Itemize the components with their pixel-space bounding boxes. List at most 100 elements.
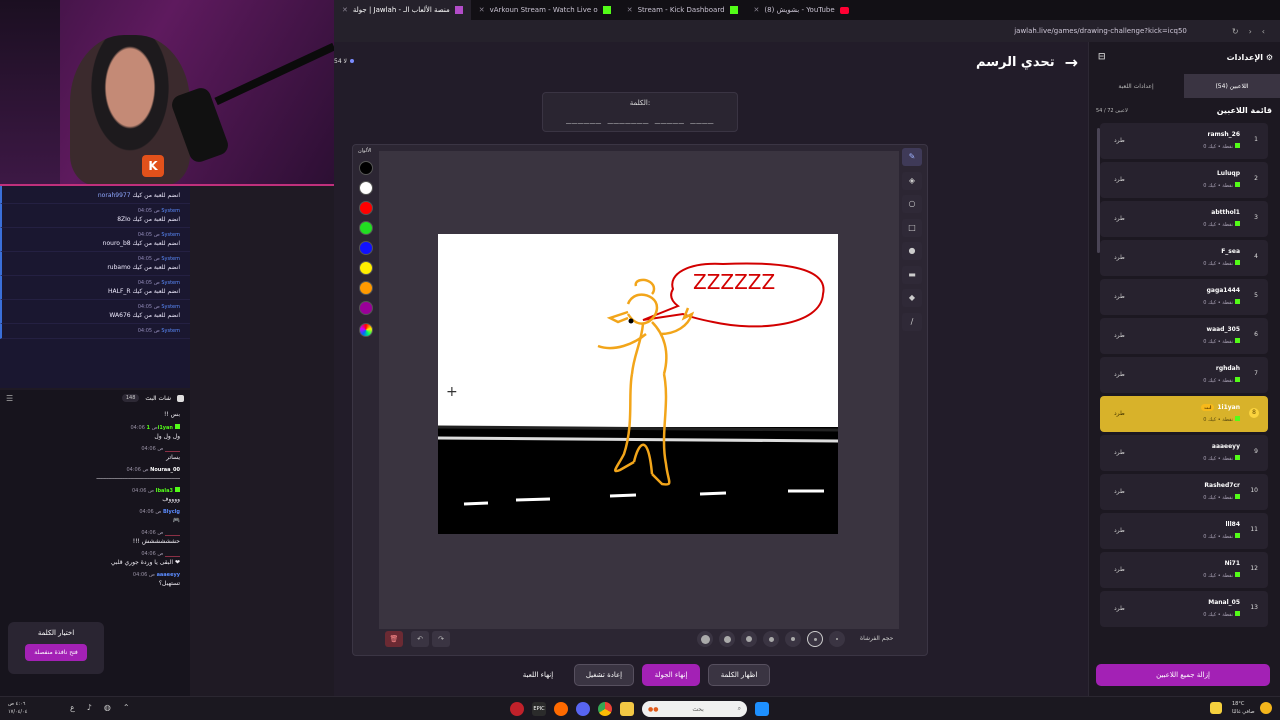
- browser-tab-kick-dashboard[interactable]: ✕ Stream - Kick Dashboard: [619, 0, 746, 20]
- end-game-button[interactable]: إنهاء اللعبة: [510, 664, 566, 686]
- line-icon[interactable]: ∕: [902, 313, 922, 331]
- weather-widget[interactable]: 18°C صافي غالبًا: [1232, 700, 1255, 716]
- network-icon[interactable]: ◍: [104, 703, 111, 712]
- color-swatch-purple[interactable]: [359, 301, 373, 315]
- fill-bucket-icon[interactable]: ◆: [902, 289, 922, 307]
- kick-player-button[interactable]: طرد: [1114, 488, 1125, 495]
- open-popup-button[interactable]: فتح نافذة منفصلة: [25, 644, 87, 661]
- weather-temp: 18°C: [1232, 701, 1245, 707]
- color-swatch-green[interactable]: [359, 221, 373, 235]
- end-round-button[interactable]: إنهاء الجولة: [642, 664, 700, 686]
- eraser-icon[interactable]: ◈: [902, 172, 922, 190]
- taskbar-search[interactable]: ●● بحث ⌕: [642, 701, 747, 717]
- chat-username[interactable]: Ibala3: [156, 488, 173, 494]
- bubble-text: ZZZZZZ: [693, 270, 775, 294]
- custom-color-picker[interactable]: [359, 323, 373, 337]
- redo-icon[interactable]: ↷: [432, 631, 450, 647]
- url-text[interactable]: jawlah.live/games/drawing-challenge?kick…: [1014, 27, 1187, 35]
- tray-expand-icon[interactable]: ⌃: [123, 703, 130, 712]
- kick-player-button[interactable]: طرد: [1114, 449, 1125, 456]
- language-indicator[interactable]: ع: [70, 703, 75, 712]
- players-list-header: 54 / 72 لاعبين قائمة اللاعبين: [1096, 106, 1272, 115]
- clock-time: ٤:٠٦ ص: [8, 701, 26, 707]
- chat-time: 04:05 ص: [137, 256, 160, 262]
- clear-canvas-icon[interactable]: 🗑: [385, 631, 403, 647]
- kick-player-button[interactable]: طرد: [1114, 371, 1125, 378]
- browser-tab-youtube[interactable]: ✕ (8) بشويش - YouTube: [746, 0, 857, 20]
- brush-size-option[interactable]: [719, 631, 735, 647]
- chat-username[interactable]: ______: [165, 446, 180, 452]
- kick-player-button[interactable]: طرد: [1114, 293, 1125, 300]
- address-bar[interactable]: jawlah.live/games/drawing-challenge?kick…: [334, 20, 1280, 42]
- kick-player-button[interactable]: طرد: [1114, 566, 1125, 573]
- chat-text: تستهبل؟: [158, 580, 180, 587]
- color-swatch-blue[interactable]: [359, 241, 373, 255]
- tab-players[interactable]: اللاعبين (54): [1184, 74, 1280, 98]
- brush-size-option[interactable]: [785, 631, 801, 647]
- volume-icon[interactable]: ♪: [87, 703, 92, 712]
- brush-size-option[interactable]: [741, 631, 757, 647]
- color-swatch-yellow[interactable]: [359, 261, 373, 275]
- close-tab-icon[interactable]: ✕: [342, 6, 348, 14]
- show-word-button[interactable]: اظهار الكلمة: [708, 664, 770, 686]
- player-score-text: 0 نقطة • كيك: [1203, 183, 1233, 189]
- chat-username[interactable]: ______: [165, 551, 180, 557]
- back-icon[interactable]: ‹: [1262, 27, 1265, 36]
- kick-player-button[interactable]: طرد: [1114, 332, 1125, 339]
- close-tab-icon[interactable]: ✕: [627, 6, 633, 14]
- restart-button[interactable]: إعادة تشغيل: [574, 664, 634, 686]
- circle-icon[interactable]: ○: [902, 195, 922, 213]
- kick-player-button[interactable]: طرد: [1114, 137, 1125, 144]
- kick-player-button[interactable]: طرد: [1114, 527, 1125, 534]
- browser-tab-varkoun[interactable]: ✕ vArkoun Stream - Watch Live o: [471, 0, 619, 20]
- chat-username[interactable]: Blyclg: [163, 509, 180, 515]
- record-app-icon[interactable]: [510, 702, 524, 716]
- browser-tab-jawlah[interactable]: ✕ جولة | Jawlah - منصة الألعاب الـ: [334, 0, 471, 20]
- drawing-canvas[interactable]: ZZZZZZ: [438, 234, 838, 534]
- chat-username[interactable]: 1i1yan: [146, 425, 173, 431]
- obs-app-icon[interactable]: EPIC: [532, 702, 546, 716]
- windows-start-icon[interactable]: [755, 702, 769, 716]
- menu-icon[interactable]: ☰: [6, 394, 13, 403]
- chat-text: ول ول ول: [154, 433, 180, 440]
- back-arrow-icon[interactable]: →: [1065, 53, 1078, 72]
- color-swatch-red[interactable]: [359, 201, 373, 215]
- chat-message: 04:06 ص ______ البقى يا وردة جوري قلبي ❤: [0, 548, 190, 569]
- brush-size-option[interactable]: [697, 631, 713, 647]
- forward-icon[interactable]: ›: [1249, 27, 1252, 36]
- brush-size-option[interactable]: [807, 631, 823, 647]
- filled-rect-icon[interactable]: ▬: [902, 266, 922, 284]
- players-count: 54 / 72 لاعبين: [1096, 107, 1128, 114]
- player-score: 0 نقطة • كيك: [1203, 299, 1240, 306]
- notes-app-icon[interactable]: [1210, 702, 1222, 714]
- kick-player-button[interactable]: طرد: [1114, 410, 1125, 417]
- chat-username[interactable]: aaaeeyy: [157, 572, 180, 578]
- brush-size-option[interactable]: [829, 631, 845, 647]
- discord-app-icon[interactable]: [576, 702, 590, 716]
- remove-all-players-button[interactable]: إزالة جميع اللاعبين: [1096, 664, 1270, 686]
- color-swatch-white[interactable]: [359, 181, 373, 195]
- undo-icon[interactable]: ↶: [411, 631, 429, 647]
- firefox-app-icon[interactable]: [554, 702, 568, 716]
- color-swatch-orange[interactable]: [359, 281, 373, 295]
- pen-icon[interactable]: ✎: [902, 148, 922, 166]
- chat-username[interactable]: Nouraa_00: [150, 467, 180, 473]
- color-swatch-black[interactable]: [359, 161, 373, 175]
- chrome-app-icon[interactable]: [598, 702, 612, 716]
- folder-app-icon[interactable]: [620, 702, 634, 716]
- kick-player-button[interactable]: طرد: [1114, 605, 1125, 612]
- tab-game-settings[interactable]: إعدادات اللعبة: [1088, 74, 1184, 98]
- brush-size-option[interactable]: [763, 631, 779, 647]
- player-rank: 8: [1249, 408, 1259, 418]
- kick-player-button[interactable]: طرد: [1114, 254, 1125, 261]
- kick-player-button[interactable]: طرد: [1114, 215, 1125, 222]
- kick-player-button[interactable]: طرد: [1114, 176, 1125, 183]
- collapse-panel-icon[interactable]: ⊟: [1098, 52, 1106, 62]
- filled-circle-icon[interactable]: ●: [902, 242, 922, 260]
- close-tab-icon[interactable]: ✕: [479, 6, 485, 14]
- player-row: 5 gaga1444 0 نقطة • كيك طرد: [1100, 279, 1268, 315]
- close-tab-icon[interactable]: ✕: [754, 6, 760, 14]
- chat-username[interactable]: ______: [165, 530, 180, 536]
- rectangle-icon[interactable]: □: [902, 219, 922, 237]
- reload-icon[interactable]: ↻: [1232, 27, 1239, 36]
